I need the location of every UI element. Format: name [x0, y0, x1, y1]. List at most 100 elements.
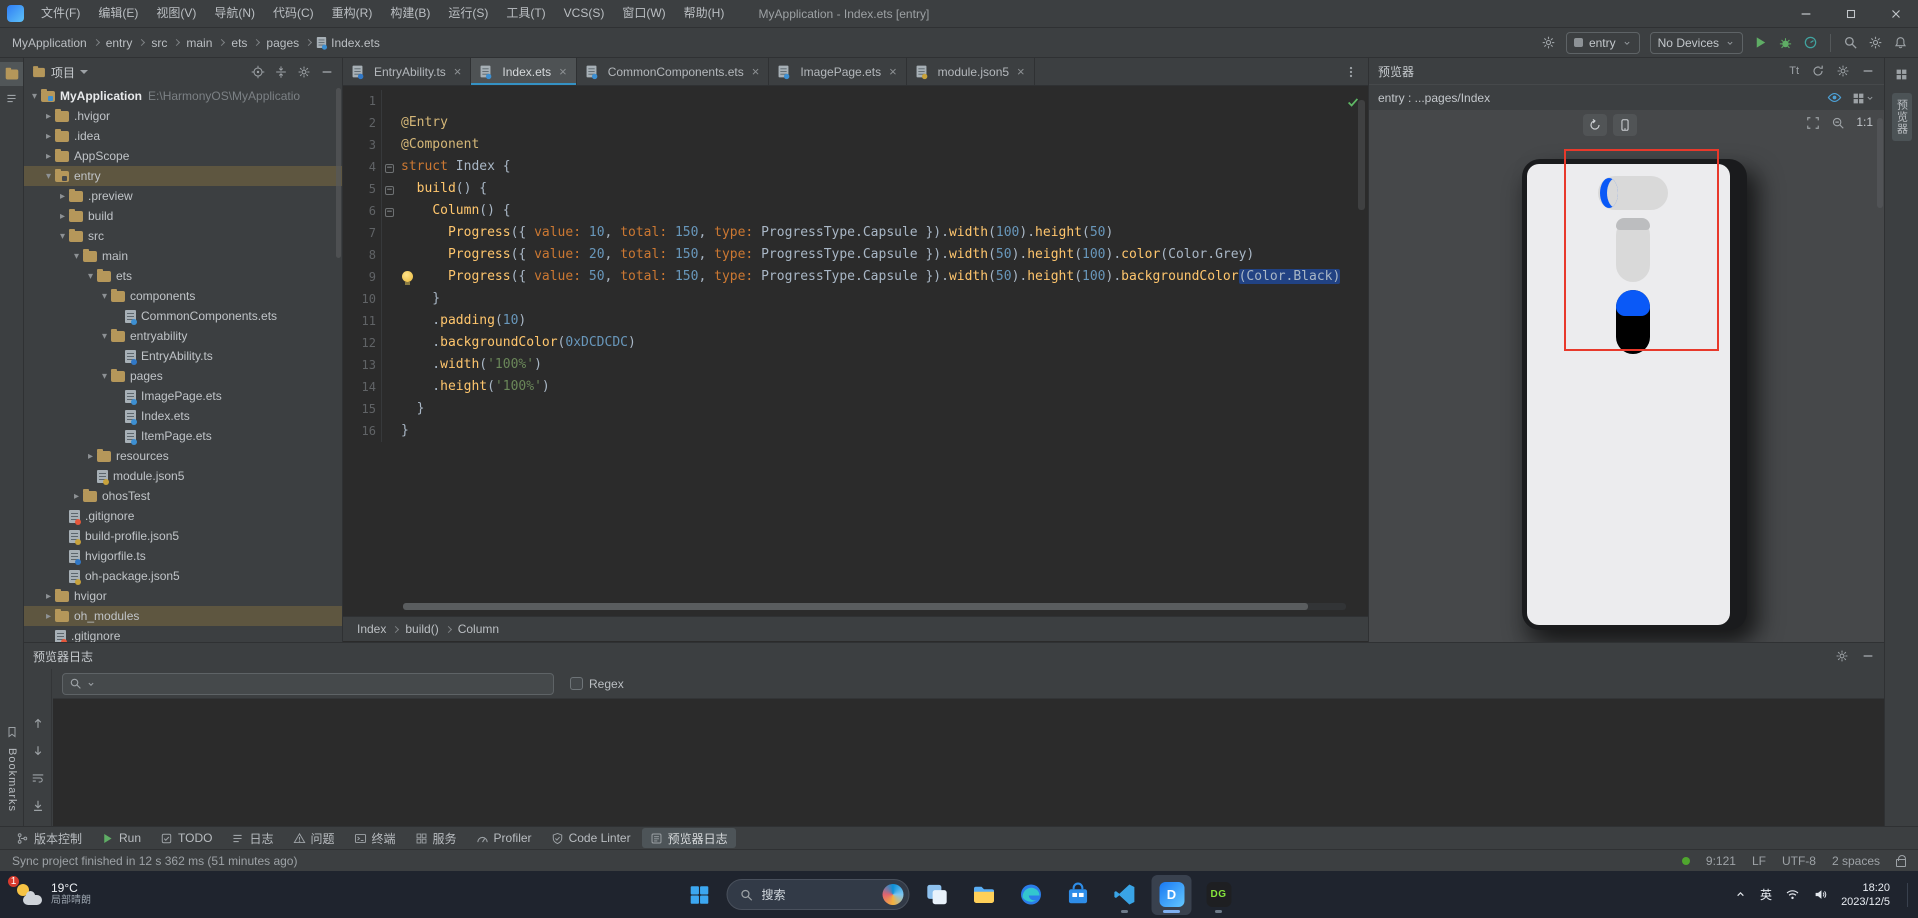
tree-item-9[interactable]: ▾ ets [24, 266, 342, 286]
search-icon[interactable] [740, 888, 754, 902]
indent-setting[interactable]: 2 spaces [1832, 854, 1880, 868]
log-search-box[interactable] [62, 672, 554, 695]
maximize-button[interactable] [1828, 0, 1873, 27]
close-icon[interactable]: × [889, 64, 897, 79]
editor-tab-4[interactable]: module.json5 × [907, 58, 1035, 85]
collapse-all-icon[interactable] [274, 65, 288, 79]
chevron-right-icon[interactable]: ▸ [42, 131, 55, 142]
chevron-down-icon[interactable]: ▾ [84, 271, 97, 282]
menu-item-11[interactable]: 帮助(H) [675, 0, 734, 27]
lock-icon[interactable] [1896, 854, 1906, 867]
breadcrumb-item-2[interactable]: src [149, 36, 169, 50]
fold-icon[interactable]: − [385, 208, 394, 217]
menu-item-5[interactable]: 重构(R) [323, 0, 382, 27]
fit-screen-button[interactable] [1806, 115, 1820, 130]
network-icon[interactable] [1785, 887, 1800, 902]
code-line-2[interactable]: 2 @Entry [343, 112, 1368, 134]
branch-icon[interactable] [16, 832, 29, 845]
code-line-6[interactable]: 6− Column() { [343, 200, 1368, 222]
play-icon[interactable] [101, 832, 114, 845]
toolwindow-button-3[interactable]: 日志 [223, 828, 281, 848]
structure-stripe-button[interactable] [0, 86, 23, 111]
code-line-11[interactable]: 11 .padding(10) [343, 310, 1368, 332]
code-line-15[interactable]: 15 } [343, 398, 1368, 420]
taskbar-app-datagrip[interactable]: DG [1199, 875, 1239, 915]
taskbar-app-edge[interactable] [1011, 875, 1051, 915]
notifications-button[interactable] [1893, 35, 1908, 50]
tree-item-15[interactable]: ImagePage.ets [24, 386, 342, 406]
editor-tab-0[interactable]: EntryAbility.ts × [343, 58, 472, 85]
toolwindow-button-2[interactable]: TODO [152, 828, 220, 848]
terminal-icon[interactable] [354, 832, 367, 845]
regex-option[interactable]: Regex [570, 677, 624, 691]
close-icon[interactable]: × [752, 64, 760, 79]
tree-item-20[interactable]: ▸ ohosTest [24, 486, 342, 506]
hide-minus-icon[interactable] [1861, 64, 1875, 78]
component-mode-button[interactable] [1852, 90, 1875, 104]
show-desktop-divider[interactable] [1907, 882, 1908, 907]
refresh-icon[interactable] [1811, 64, 1825, 78]
profile-button[interactable] [1803, 35, 1818, 50]
chevron-right-icon[interactable]: ▸ [56, 191, 69, 202]
task-view-icon[interactable] [924, 882, 949, 907]
menu-item-4[interactable]: 代码(C) [264, 0, 323, 27]
file-encoding[interactable]: UTF-8 [1782, 854, 1816, 868]
editor-breadcrumb-item-1[interactable]: build() [403, 622, 440, 636]
scroll-up-icon[interactable] [31, 716, 45, 730]
zoom-ratio-label[interactable]: 1:1 [1856, 115, 1873, 129]
code-line-9[interactable]: 9 Progress({ value: 50, total: 150, type… [343, 266, 1368, 288]
chevron-right-icon[interactable]: ▸ [56, 211, 69, 222]
tree-item-2[interactable]: ▸ .idea [24, 126, 342, 146]
caret-position[interactable]: 9:121 [1706, 854, 1736, 868]
tree-item-7[interactable]: ▾ src [24, 226, 342, 246]
hide-minus-icon[interactable] [320, 65, 334, 79]
tree-item-24[interactable]: oh-package.json5 [24, 566, 342, 586]
tree-item-27[interactable]: .gitignore [24, 626, 342, 642]
profile-icon[interactable] [1803, 35, 1818, 50]
hide-panel-button[interactable] [320, 65, 334, 80]
menu-item-7[interactable]: 运行(S) [439, 0, 497, 27]
tree-item-18[interactable]: ▸ resources [24, 446, 342, 466]
store-icon[interactable] [1065, 882, 1090, 907]
tree-item-14[interactable]: ▾ pages [24, 366, 342, 386]
chevron-right-icon[interactable]: ▸ [42, 591, 55, 602]
chevron-down-icon[interactable] [1725, 38, 1735, 48]
chevron-down-icon[interactable]: ▾ [98, 371, 111, 382]
collapse-all-button[interactable] [274, 65, 288, 80]
rotate-button[interactable] [1583, 114, 1607, 136]
chevron-down-icon[interactable] [1622, 38, 1632, 48]
menu-item-9[interactable]: VCS(S) [555, 0, 614, 27]
chevron-right-icon[interactable]: ▸ [42, 611, 55, 622]
tree-item-11[interactable]: CommonComponents.ets [24, 306, 342, 326]
log-output[interactable] [53, 699, 1884, 826]
toolwindow-button-7[interactable]: Profiler [468, 828, 540, 848]
code-line-13[interactable]: 13 .width('100%') [343, 354, 1368, 376]
previewlog-icon[interactable] [650, 832, 663, 845]
code-line-16[interactable]: 16} [343, 420, 1368, 442]
toolwindow-button-0[interactable]: 版本控制 [8, 828, 90, 848]
chevron-down-icon[interactable]: ▾ [42, 171, 55, 182]
ime-indicator[interactable]: 英 [1760, 886, 1772, 903]
more-dots-icon[interactable] [1344, 65, 1358, 79]
fold-icon[interactable]: − [385, 164, 394, 173]
tree-item-0[interactable]: ▾ MyApplication E:\HarmonyOS\MyApplicatio [24, 86, 342, 106]
locate-file-button[interactable] [251, 65, 265, 80]
problems-icon[interactable] [293, 832, 306, 845]
menu-item-3[interactable]: 导航(N) [205, 0, 264, 27]
scroll-down-icon[interactable] [31, 744, 45, 758]
tree-item-13[interactable]: EntryAbility.ts [24, 346, 342, 366]
line-ending[interactable]: LF [1752, 854, 1766, 868]
menu-item-2[interactable]: 视图(V) [147, 0, 205, 27]
weather-widget[interactable]: 1 19°C 局部晴朗 [0, 871, 107, 918]
previewer-settings-button[interactable] [1836, 64, 1850, 79]
menu-item-8[interactable]: 工具(T) [497, 0, 554, 27]
log-search-input[interactable] [100, 676, 547, 691]
toolwindow-button-8[interactable]: Code Linter [543, 828, 639, 848]
inspect-eye-icon[interactable] [1827, 90, 1842, 105]
chevron-right-icon[interactable]: ▸ [42, 111, 55, 122]
tree-item-17[interactable]: ItemPage.ets [24, 426, 342, 446]
debug-button[interactable] [1778, 35, 1793, 50]
menu-item-0[interactable]: 文件(F) [32, 0, 89, 27]
breadcrumb-item-1[interactable]: entry [104, 36, 135, 50]
editor-tab-3[interactable]: ImagePage.ets × [769, 58, 907, 85]
